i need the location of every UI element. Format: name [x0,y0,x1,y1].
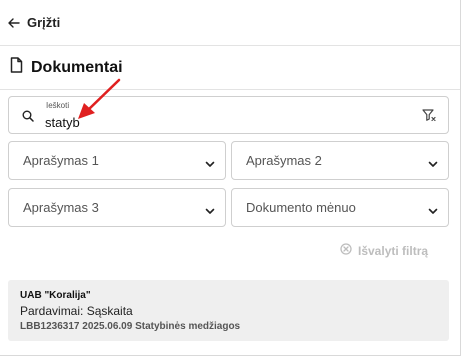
search-input[interactable] [45,113,405,131]
document-card[interactable]: UAB "Koralija" Pardavimai: Sąskaita LBB1… [8,280,449,341]
search-label: Ieškoti [46,101,70,110]
description3-select[interactable]: Aprašymas 3 [8,188,226,227]
description3-label: Aprašymas 3 [23,200,99,215]
search-icon [22,109,34,127]
card-document-type: Pardavimai: Sąskaita [20,304,133,318]
back-label: Grįžti [27,15,61,30]
chevron-down-icon [205,156,215,171]
description2-select[interactable]: Aprašymas 2 [231,141,449,180]
filter-icon[interactable] [422,108,436,127]
arrow-left-icon [8,17,20,28]
document-month-label: Dokumento mėnuo [246,200,356,215]
card-meta: LBB1236317 2025.06.09 Statybinės medžiag… [20,321,241,332]
document-icon [10,57,23,78]
description1-select[interactable]: Aprašymas 1 [8,141,226,180]
card-company: UAB "Koralija" [20,290,91,301]
clear-filter-label: Išvalyti filtrą [358,243,429,258]
description1-label: Aprašymas 1 [23,153,99,168]
description2-label: Aprašymas 2 [246,153,322,168]
page-header: Dokumentai [0,46,460,90]
back-button[interactable]: Grįžti [8,15,60,30]
page-title: Dokumentai [31,58,123,76]
documents-screen: Grįžti Dokumentai Ieškoti statyb Aprašym… [0,0,461,356]
top-bar: Grįžti [0,0,460,46]
document-month-select[interactable]: Dokumento mėnuo [231,188,449,227]
chevron-down-icon [205,203,215,218]
chevron-down-icon [428,203,438,218]
clear-circle-icon [340,243,352,258]
clear-filter-button[interactable]: Išvalyti filtrą [340,243,428,258]
search-field[interactable]: Ieškoti [8,96,449,134]
chevron-down-icon [428,156,438,171]
